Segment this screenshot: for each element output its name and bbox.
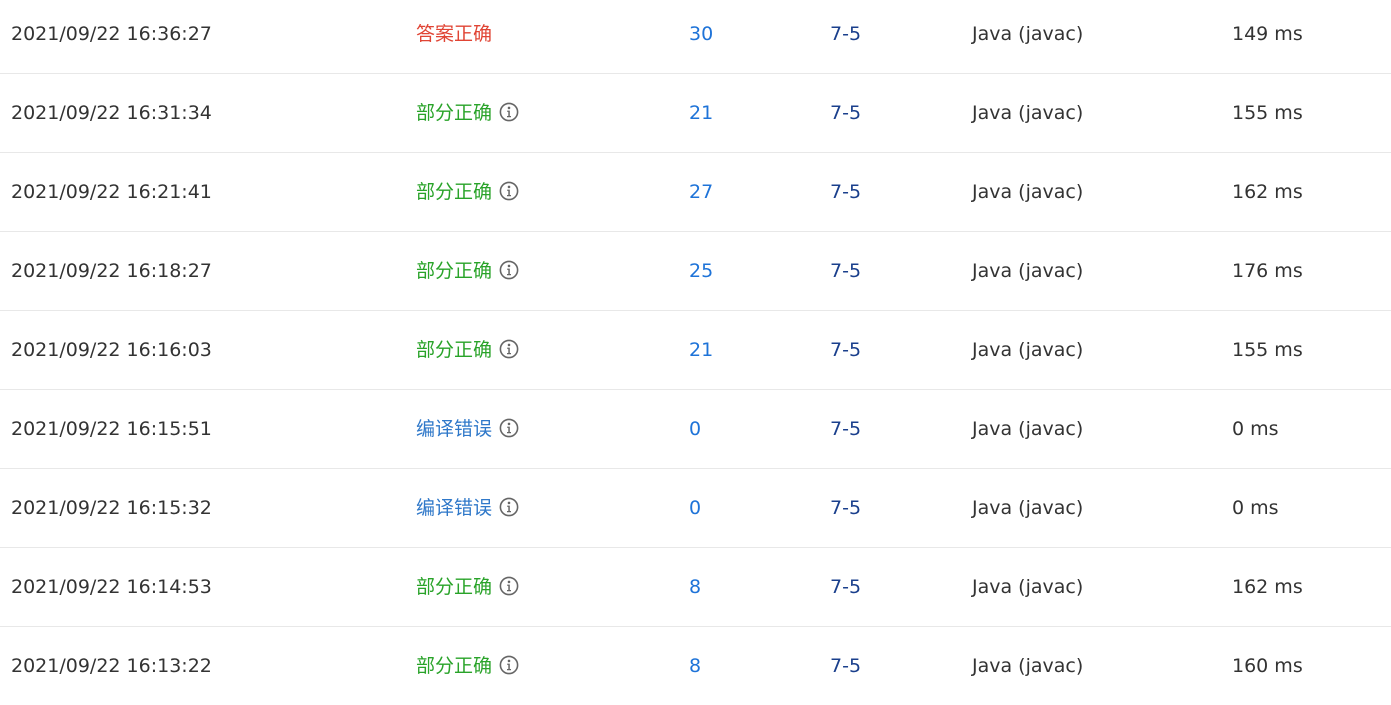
problem-link[interactable]: 7-5 xyxy=(830,74,861,152)
problem-link[interactable]: 7-5 xyxy=(830,548,861,626)
problem-link[interactable]: 7-5 xyxy=(830,0,861,73)
run-time: 160 ms xyxy=(1232,655,1303,677)
submit-time: 2021/09/22 16:36:27 xyxy=(11,23,212,45)
status-link[interactable]: 部分正确 xyxy=(416,260,492,282)
status-link[interactable]: 部分正确 xyxy=(416,339,492,361)
score-link[interactable]: 21 xyxy=(689,311,713,389)
run-time: 0 ms xyxy=(1232,497,1279,519)
run-time: 155 ms xyxy=(1232,102,1303,124)
status-link[interactable]: 部分正确 xyxy=(416,655,492,677)
compiler-language: Java (javac) xyxy=(972,418,1084,440)
run-time: 176 ms xyxy=(1232,260,1303,282)
status-cell: 部分正确 xyxy=(416,627,519,705)
compiler-language: Java (javac) xyxy=(972,102,1084,124)
compiler-language: Java (javac) xyxy=(972,23,1084,45)
submission-table: 2021/09/22 16:36:27 答案正确 30 7-5 Java (ja… xyxy=(0,0,1391,705)
run-time: 162 ms xyxy=(1232,181,1303,203)
status-cell: 部分正确 xyxy=(416,232,519,310)
problem-link[interactable]: 7-5 xyxy=(830,311,861,389)
run-time: 0 ms xyxy=(1232,418,1279,440)
run-time: 149 ms xyxy=(1232,23,1303,45)
compiler-language: Java (javac) xyxy=(972,260,1084,282)
score-link[interactable]: 8 xyxy=(689,627,701,705)
table-row: 2021/09/22 16:21:41 部分正确 27 7-5 Java (ja… xyxy=(0,153,1391,232)
table-row: 2021/09/22 16:14:53 部分正确 8 7-5 Java (jav… xyxy=(0,548,1391,627)
score-link[interactable]: 30 xyxy=(689,0,713,73)
status-link[interactable]: 部分正确 xyxy=(416,102,492,124)
compiler-language: Java (javac) xyxy=(972,497,1084,519)
table-row: 2021/09/22 16:36:27 答案正确 30 7-5 Java (ja… xyxy=(0,0,1391,74)
table-row: 2021/09/22 16:16:03 部分正确 21 7-5 Java (ja… xyxy=(0,311,1391,390)
status-cell: 部分正确 xyxy=(416,311,519,389)
info-icon[interactable] xyxy=(499,339,519,359)
compiler-language: Java (javac) xyxy=(972,576,1084,598)
table-row: 2021/09/22 16:15:32 编译错误 0 7-5 Java (jav… xyxy=(0,469,1391,548)
info-icon[interactable] xyxy=(499,418,519,438)
info-icon[interactable] xyxy=(499,260,519,280)
problem-link[interactable]: 7-5 xyxy=(830,390,861,468)
compiler-language: Java (javac) xyxy=(972,655,1084,677)
submit-time: 2021/09/22 16:31:34 xyxy=(11,102,212,124)
status-link[interactable]: 部分正确 xyxy=(416,576,492,598)
submit-time: 2021/09/22 16:21:41 xyxy=(11,181,212,203)
table-row: 2021/09/22 16:13:22 部分正确 8 7-5 Java (jav… xyxy=(0,627,1391,705)
problem-link[interactable]: 7-5 xyxy=(830,232,861,310)
score-link[interactable]: 0 xyxy=(689,390,701,468)
compiler-language: Java (javac) xyxy=(972,339,1084,361)
status-link[interactable]: 编译错误 xyxy=(416,418,492,440)
status-cell: 部分正确 xyxy=(416,153,519,231)
table-row: 2021/09/22 16:31:34 部分正确 21 7-5 Java (ja… xyxy=(0,74,1391,153)
score-link[interactable]: 0 xyxy=(689,469,701,547)
info-icon[interactable] xyxy=(499,497,519,517)
problem-link[interactable]: 7-5 xyxy=(830,153,861,231)
submit-time: 2021/09/22 16:15:51 xyxy=(11,418,212,440)
status-cell: 编译错误 xyxy=(416,390,519,468)
submit-time: 2021/09/22 16:14:53 xyxy=(11,576,212,598)
status-cell: 部分正确 xyxy=(416,74,519,152)
table-row: 2021/09/22 16:15:51 编译错误 0 7-5 Java (jav… xyxy=(0,390,1391,469)
status-cell: 部分正确 xyxy=(416,548,519,626)
info-icon[interactable] xyxy=(499,102,519,122)
run-time: 162 ms xyxy=(1232,576,1303,598)
status-cell: 答案正确 xyxy=(416,0,492,73)
run-time: 155 ms xyxy=(1232,339,1303,361)
score-link[interactable]: 27 xyxy=(689,153,713,231)
info-icon[interactable] xyxy=(499,655,519,675)
score-link[interactable]: 21 xyxy=(689,74,713,152)
problem-link[interactable]: 7-5 xyxy=(830,627,861,705)
info-icon[interactable] xyxy=(499,181,519,201)
info-icon[interactable] xyxy=(499,576,519,596)
submit-time: 2021/09/22 16:15:32 xyxy=(11,497,212,519)
table-row: 2021/09/22 16:18:27 部分正确 25 7-5 Java (ja… xyxy=(0,232,1391,311)
submit-time: 2021/09/22 16:13:22 xyxy=(11,655,212,677)
problem-link[interactable]: 7-5 xyxy=(830,469,861,547)
score-link[interactable]: 25 xyxy=(689,232,713,310)
status-link[interactable]: 答案正确 xyxy=(416,23,492,45)
status-cell: 编译错误 xyxy=(416,469,519,547)
status-link[interactable]: 部分正确 xyxy=(416,181,492,203)
compiler-language: Java (javac) xyxy=(972,181,1084,203)
status-link[interactable]: 编译错误 xyxy=(416,497,492,519)
score-link[interactable]: 8 xyxy=(689,548,701,626)
submit-time: 2021/09/22 16:16:03 xyxy=(11,339,212,361)
submit-time: 2021/09/22 16:18:27 xyxy=(11,260,212,282)
